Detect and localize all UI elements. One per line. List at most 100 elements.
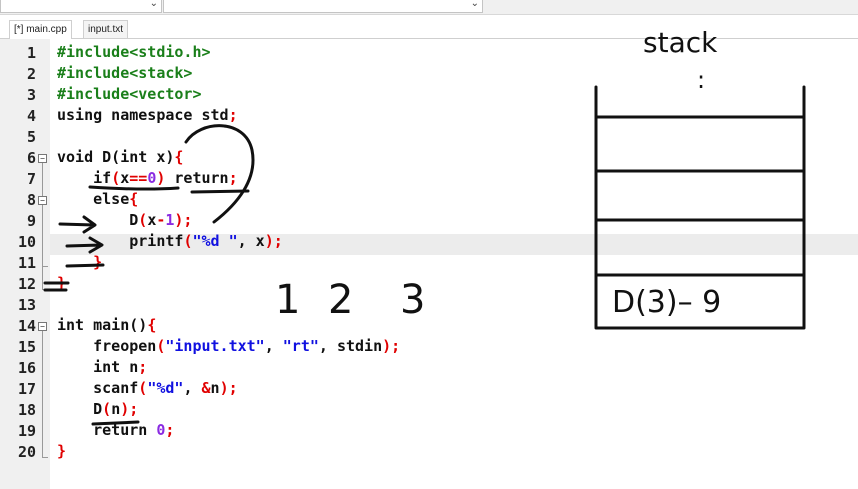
tab-main-cpp[interactable]: [*] main.cpp: [9, 20, 72, 39]
fold-guide: [42, 163, 43, 289]
code-line-4: using namespace std;: [57, 106, 238, 127]
fold-end: [42, 457, 48, 458]
fold-end: [42, 266, 48, 267]
code-token: {: [147, 316, 157, 334]
line-number: 1: [26, 44, 36, 62]
preprocessor-directive: #include<stdio.h>: [57, 43, 211, 61]
code-token: ,: [183, 379, 202, 397]
code-token: {: [174, 148, 184, 166]
code-line-12: }: [57, 274, 66, 295]
symbol-dropdown[interactable]: ⌄: [163, 0, 483, 13]
tab-input-txt[interactable]: input.txt: [83, 20, 129, 38]
toolbar: ⌄ ⌄: [0, 0, 858, 15]
code-line-8: else{: [57, 190, 138, 211]
code-token: printf: [57, 232, 184, 250]
line-number: 11: [17, 254, 36, 272]
line-number: 20: [17, 443, 36, 461]
code-token: &: [201, 379, 211, 397]
sequence-number: 1: [275, 277, 300, 323]
line-number: 4: [26, 107, 36, 125]
fold-end: [42, 289, 48, 290]
code-token: if: [57, 169, 112, 187]
code-token: ;: [228, 106, 238, 124]
sequence-number: 3: [400, 277, 425, 323]
code-token: (: [111, 169, 121, 187]
line-number: 14: [17, 317, 36, 335]
code-token: );: [219, 379, 238, 397]
preprocessor-directive: #include<vector>: [57, 85, 202, 103]
underline-return: [190, 189, 250, 194]
code-token: }: [57, 274, 67, 292]
stack-dots: :: [697, 66, 705, 94]
fold-toggle-icon[interactable]: −: [38, 196, 47, 205]
code-token: (: [138, 379, 148, 397]
sequence-number: 2: [328, 277, 353, 323]
line-number: 9: [26, 212, 36, 230]
code-token: void D(int x): [57, 148, 175, 166]
code-token: freopen: [57, 337, 157, 355]
code-token: x: [147, 211, 157, 229]
code-token: int n: [57, 358, 139, 376]
line-number: 19: [17, 422, 36, 440]
code-token: "input.txt": [165, 337, 265, 355]
code-token: x: [120, 169, 130, 187]
preprocessor-directive: #include<stack>: [57, 64, 193, 82]
line-number: 7: [26, 170, 36, 188]
code-token: D: [57, 211, 139, 229]
code-token: {: [129, 190, 139, 208]
code-token: return: [165, 169, 229, 187]
code-token: D: [57, 400, 103, 418]
line-number: 12: [17, 275, 36, 293]
code-token: );: [382, 337, 401, 355]
line-number: 18: [17, 401, 36, 419]
fold-toggle-icon[interactable]: −: [38, 322, 47, 331]
code-token: "%d ": [192, 232, 238, 250]
editor-tab-bar: [*] main.cpp input.txt: [0, 18, 858, 39]
code-token: int main(): [57, 316, 148, 334]
code-token: ;: [228, 169, 238, 187]
code-line-15: freopen("input.txt", "rt", stdin);: [57, 337, 400, 358]
code-token: , x: [237, 232, 265, 250]
line-number: 6: [26, 149, 36, 167]
code-token: return: [57, 421, 157, 439]
code-token: scanf: [57, 379, 139, 397]
line-number: 8: [26, 191, 36, 209]
code-token: n: [111, 400, 121, 418]
code-token: "rt": [282, 337, 319, 355]
code-token: ,: [264, 337, 283, 355]
code-line-2: #include<stack>: [57, 64, 192, 85]
line-number: 3: [26, 86, 36, 104]
code-token: (: [102, 400, 112, 418]
code-line-18: D(n);: [57, 400, 138, 421]
code-token: ;: [138, 358, 148, 376]
code-token: ==: [129, 169, 148, 187]
code-line-20: }: [57, 442, 66, 463]
code-token: , stdin: [318, 337, 383, 355]
fold-toggle-icon[interactable]: −: [38, 154, 47, 163]
line-number: 2: [26, 65, 36, 83]
code-token: using namespace std: [57, 106, 229, 124]
chevron-down-icon: ⌄: [470, 0, 479, 9]
line-number: 13: [17, 296, 36, 314]
line-number: 17: [17, 380, 36, 398]
code-token: );: [174, 211, 193, 229]
scope-dropdown[interactable]: ⌄: [0, 0, 162, 13]
code-token: }: [57, 442, 67, 460]
line-number: 10: [17, 233, 36, 251]
code-token: ;: [165, 421, 175, 439]
code-token: else: [57, 190, 130, 208]
code-line-7: if(x==0) return;: [57, 169, 238, 190]
code-token: }: [57, 253, 103, 271]
code-line-14: int main(){: [57, 316, 156, 337]
code-line-3: #include<vector>: [57, 85, 202, 106]
code-token: (: [138, 211, 148, 229]
code-token: );: [264, 232, 283, 250]
code-line-16: int n;: [57, 358, 147, 379]
code-line-17: scanf("%d", &n);: [57, 379, 238, 400]
code-token: );: [120, 400, 139, 418]
stack-entry: D(3)– 9: [612, 285, 721, 320]
code-line-6: void D(int x){: [57, 148, 183, 169]
code-line-1: #include<stdio.h>: [57, 43, 211, 64]
code-token: n: [210, 379, 220, 397]
code-line-19: return 0;: [57, 421, 174, 442]
